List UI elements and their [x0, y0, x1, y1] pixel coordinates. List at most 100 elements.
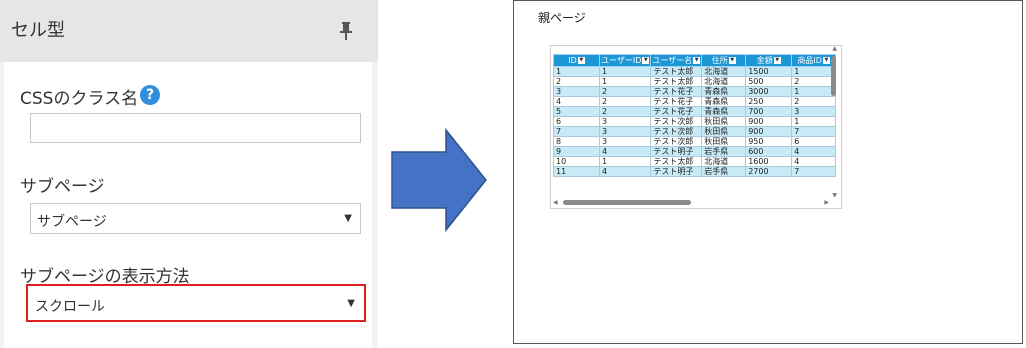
table-cell: 250 [745, 96, 793, 107]
grid-header-row: ID ▼ ユーザーID ▼ ユーザー名 ▼ 住所 ▼ 金額 ▼ 商品ID ▼ [553, 54, 837, 67]
table-cell: テスト明子 [650, 146, 703, 157]
column-header-amount[interactable]: 金額 ▼ [745, 54, 793, 67]
data-grid: ID ▼ ユーザーID ▼ ユーザー名 ▼ 住所 ▼ 金額 ▼ 商品ID ▼ 1 1 テスト太郎… [553, 54, 837, 177]
table-cell: 6 [791, 136, 837, 147]
table-cell: 岩手県 [701, 166, 747, 177]
table-row[interactable]: 10 1 テスト太郎 北海道 1600 4 [553, 156, 837, 167]
chevron-down-icon: ▼ [347, 298, 355, 309]
table-row[interactable]: 2 1 テスト太郎 北海道 500 2 [553, 76, 837, 87]
scroll-left-icon[interactable]: ◀ [553, 199, 558, 206]
filter-dropdown-icon[interactable]: ▼ [773, 57, 781, 64]
table-cell: 2 [791, 76, 837, 87]
column-header-user-id[interactable]: ユーザーID ▼ [598, 54, 652, 67]
table-cell: 7 [553, 126, 600, 137]
table-cell: テスト次郎 [650, 136, 703, 147]
table-cell: テスト花子 [650, 86, 703, 97]
scroll-down-icon[interactable]: ▼ [832, 192, 837, 199]
table-cell: テスト太郎 [650, 156, 703, 167]
table-cell: 4 [598, 146, 652, 157]
table-cell: 1600 [745, 156, 793, 167]
chevron-down-icon: ▼ [344, 213, 352, 224]
table-cell: 3000 [745, 86, 793, 97]
subpage-label: サブページ [20, 177, 105, 197]
table-row[interactable]: 4 2 テスト花子 青森県 250 2 [553, 96, 837, 107]
table-cell: テスト花子 [650, 96, 703, 107]
filter-dropdown-icon[interactable]: ▼ [577, 57, 585, 64]
table-cell: 北海道 [701, 76, 747, 87]
column-header-address[interactable]: 住所 ▼ [701, 54, 747, 67]
filter-dropdown-icon[interactable]: ▼ [822, 57, 830, 64]
table-cell: 1 [598, 66, 652, 77]
column-header-user-name[interactable]: ユーザー名 ▼ [650, 54, 703, 67]
table-cell: 11 [553, 166, 600, 177]
table-cell: 2 [791, 96, 837, 107]
table-cell: 500 [745, 76, 793, 87]
column-header-label: 商品ID [797, 56, 822, 65]
column-header-label: 金額 [756, 56, 773, 65]
filter-dropdown-icon[interactable]: ▼ [693, 57, 701, 64]
table-cell: テスト太郎 [650, 66, 703, 77]
table-cell: 2 [598, 106, 652, 117]
table-cell: 秋田県 [701, 126, 747, 137]
table-row[interactable]: 3 2 テスト花子 青森県 3000 1 [553, 86, 837, 97]
css-class-input[interactable] [30, 113, 361, 143]
display-mode-select[interactable]: スクロール ▼ [26, 284, 366, 322]
pin-icon[interactable] [340, 22, 352, 40]
scrollbar-thumb[interactable] [563, 200, 691, 205]
subpage-select-value: サブページ [37, 214, 107, 230]
table-cell: 950 [745, 136, 793, 147]
table-row[interactable]: 9 4 テスト明子 岩手県 600 4 [553, 146, 837, 157]
table-cell: 秋田県 [701, 116, 747, 127]
table-cell: 2 [598, 86, 652, 97]
table-cell: 3 [598, 126, 652, 137]
filter-dropdown-icon[interactable]: ▼ [642, 57, 650, 64]
table-cell: 900 [745, 116, 793, 127]
table-cell: テスト太郎 [650, 76, 703, 87]
table-cell: テスト花子 [650, 106, 703, 117]
right-arrow-icon [391, 128, 487, 232]
table-row[interactable]: 7 3 テスト次郎 秋田県 900 7 [553, 126, 837, 137]
table-cell: 4 [553, 96, 600, 107]
column-header-product-id[interactable]: 商品ID ▼ [791, 54, 837, 67]
table-cell: 3 [791, 106, 837, 117]
table-cell: 1 [791, 116, 837, 127]
scrollbar-thumb[interactable] [831, 56, 836, 96]
column-header-label: ユーザーID [601, 56, 642, 65]
column-header-label: ユーザー名 [652, 56, 693, 65]
vertical-scrollbar[interactable] [831, 52, 837, 202]
subpage-scroll-area[interactable]: ID ▼ ユーザーID ▼ ユーザー名 ▼ 住所 ▼ 金額 ▼ 商品ID ▼ 1 1 テスト太郎… [550, 45, 842, 209]
properties-panel: セル型 CSSのクラス名 ? サブページ サブページ ▼ サブページの表示方法 … [0, 0, 378, 348]
table-cell: 青森県 [701, 106, 747, 117]
column-header-label: 住所 [711, 56, 728, 65]
scroll-right-icon[interactable]: ▶ [824, 199, 829, 206]
table-cell: 1500 [745, 66, 793, 77]
page-title: 親ページ [538, 11, 586, 25]
table-cell: 北海道 [701, 66, 747, 77]
table-row[interactable]: 1 1 テスト太郎 北海道 1500 1 [553, 66, 837, 77]
table-cell: 3 [598, 116, 652, 127]
table-cell: 4 [791, 146, 837, 157]
filter-dropdown-icon[interactable]: ▼ [728, 57, 736, 64]
table-row[interactable]: 8 3 テスト次郎 秋田県 950 6 [553, 136, 837, 147]
table-cell: 3 [598, 136, 652, 147]
scroll-up-icon[interactable]: ▲ [832, 46, 837, 52]
table-cell: 5 [553, 106, 600, 117]
table-cell: 1 [791, 66, 837, 77]
horizontal-scrollbar[interactable] [555, 199, 837, 205]
table-cell: 700 [745, 106, 793, 117]
table-cell: 北海道 [701, 156, 747, 167]
table-cell: 4 [598, 166, 652, 177]
subpage-select[interactable]: サブページ ▼ [30, 203, 361, 234]
table-cell: 3 [553, 86, 600, 97]
panel-header: セル型 [0, 0, 378, 62]
table-cell: 7 [791, 166, 837, 177]
table-cell: 4 [791, 156, 837, 167]
table-row[interactable]: 5 2 テスト花子 青森県 700 3 [553, 106, 837, 117]
table-cell: 1 [598, 76, 652, 87]
table-row[interactable]: 6 3 テスト次郎 秋田県 900 1 [553, 116, 837, 127]
column-header-id[interactable]: ID ▼ [553, 54, 600, 67]
grid-body: 1 1 テスト太郎 北海道 1500 1 2 1 テスト太郎 北海道 500 2 3 2 テスト花子 青森県 3… [553, 66, 837, 177]
table-row[interactable]: 11 4 テスト明子 岩手県 2700 7 [553, 166, 837, 177]
table-cell: 1 [791, 86, 837, 97]
help-icon[interactable]: ? [140, 85, 160, 105]
